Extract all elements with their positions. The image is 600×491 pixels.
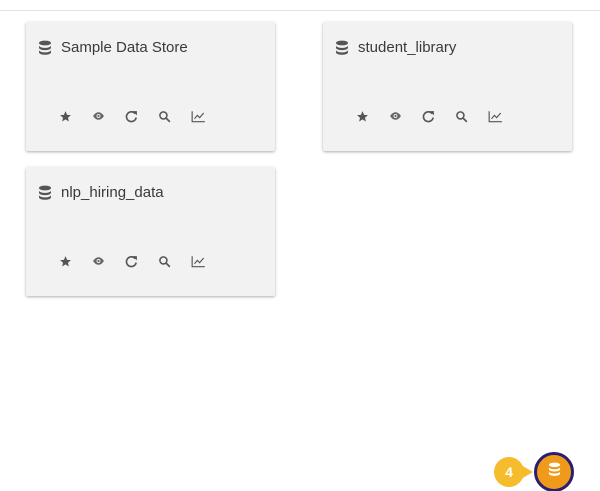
fab-callout: 4 [494, 452, 574, 491]
search-icon[interactable] [455, 107, 488, 125]
chart-icon[interactable] [191, 252, 224, 270]
chart-icon[interactable] [488, 107, 521, 125]
database-icon [548, 462, 561, 482]
star-icon[interactable] [356, 107, 389, 125]
refresh-icon[interactable] [125, 252, 158, 270]
step-badge: 4 [494, 457, 524, 487]
card-header: nlp_hiring_data [38, 184, 164, 201]
refresh-icon[interactable] [125, 107, 158, 125]
search-icon[interactable] [158, 107, 191, 125]
database-icon [38, 40, 52, 56]
star-icon[interactable] [59, 252, 92, 270]
card-actions [59, 252, 224, 270]
top-divider [0, 10, 600, 11]
card-title: Sample Data Store [61, 39, 188, 56]
card-header: Sample Data Store [38, 39, 188, 56]
eye-icon[interactable] [92, 107, 125, 125]
refresh-icon[interactable] [422, 107, 455, 125]
eye-icon[interactable] [389, 107, 422, 125]
card-header: student_library [335, 39, 456, 56]
eye-icon[interactable] [92, 252, 125, 270]
star-icon[interactable] [59, 107, 92, 125]
card-actions [59, 107, 224, 125]
data-store-fab-button[interactable] [534, 452, 574, 491]
data-store-card[interactable]: Sample Data Store [26, 22, 275, 151]
card-actions [356, 107, 521, 125]
card-title: nlp_hiring_data [61, 184, 164, 201]
database-icon [38, 185, 52, 201]
card-title: student_library [358, 39, 457, 56]
data-store-card[interactable]: nlp_hiring_data [26, 167, 275, 296]
search-icon[interactable] [158, 252, 191, 270]
chart-icon[interactable] [191, 107, 224, 125]
database-icon [335, 40, 349, 56]
data-store-card[interactable]: student_library [323, 22, 572, 151]
